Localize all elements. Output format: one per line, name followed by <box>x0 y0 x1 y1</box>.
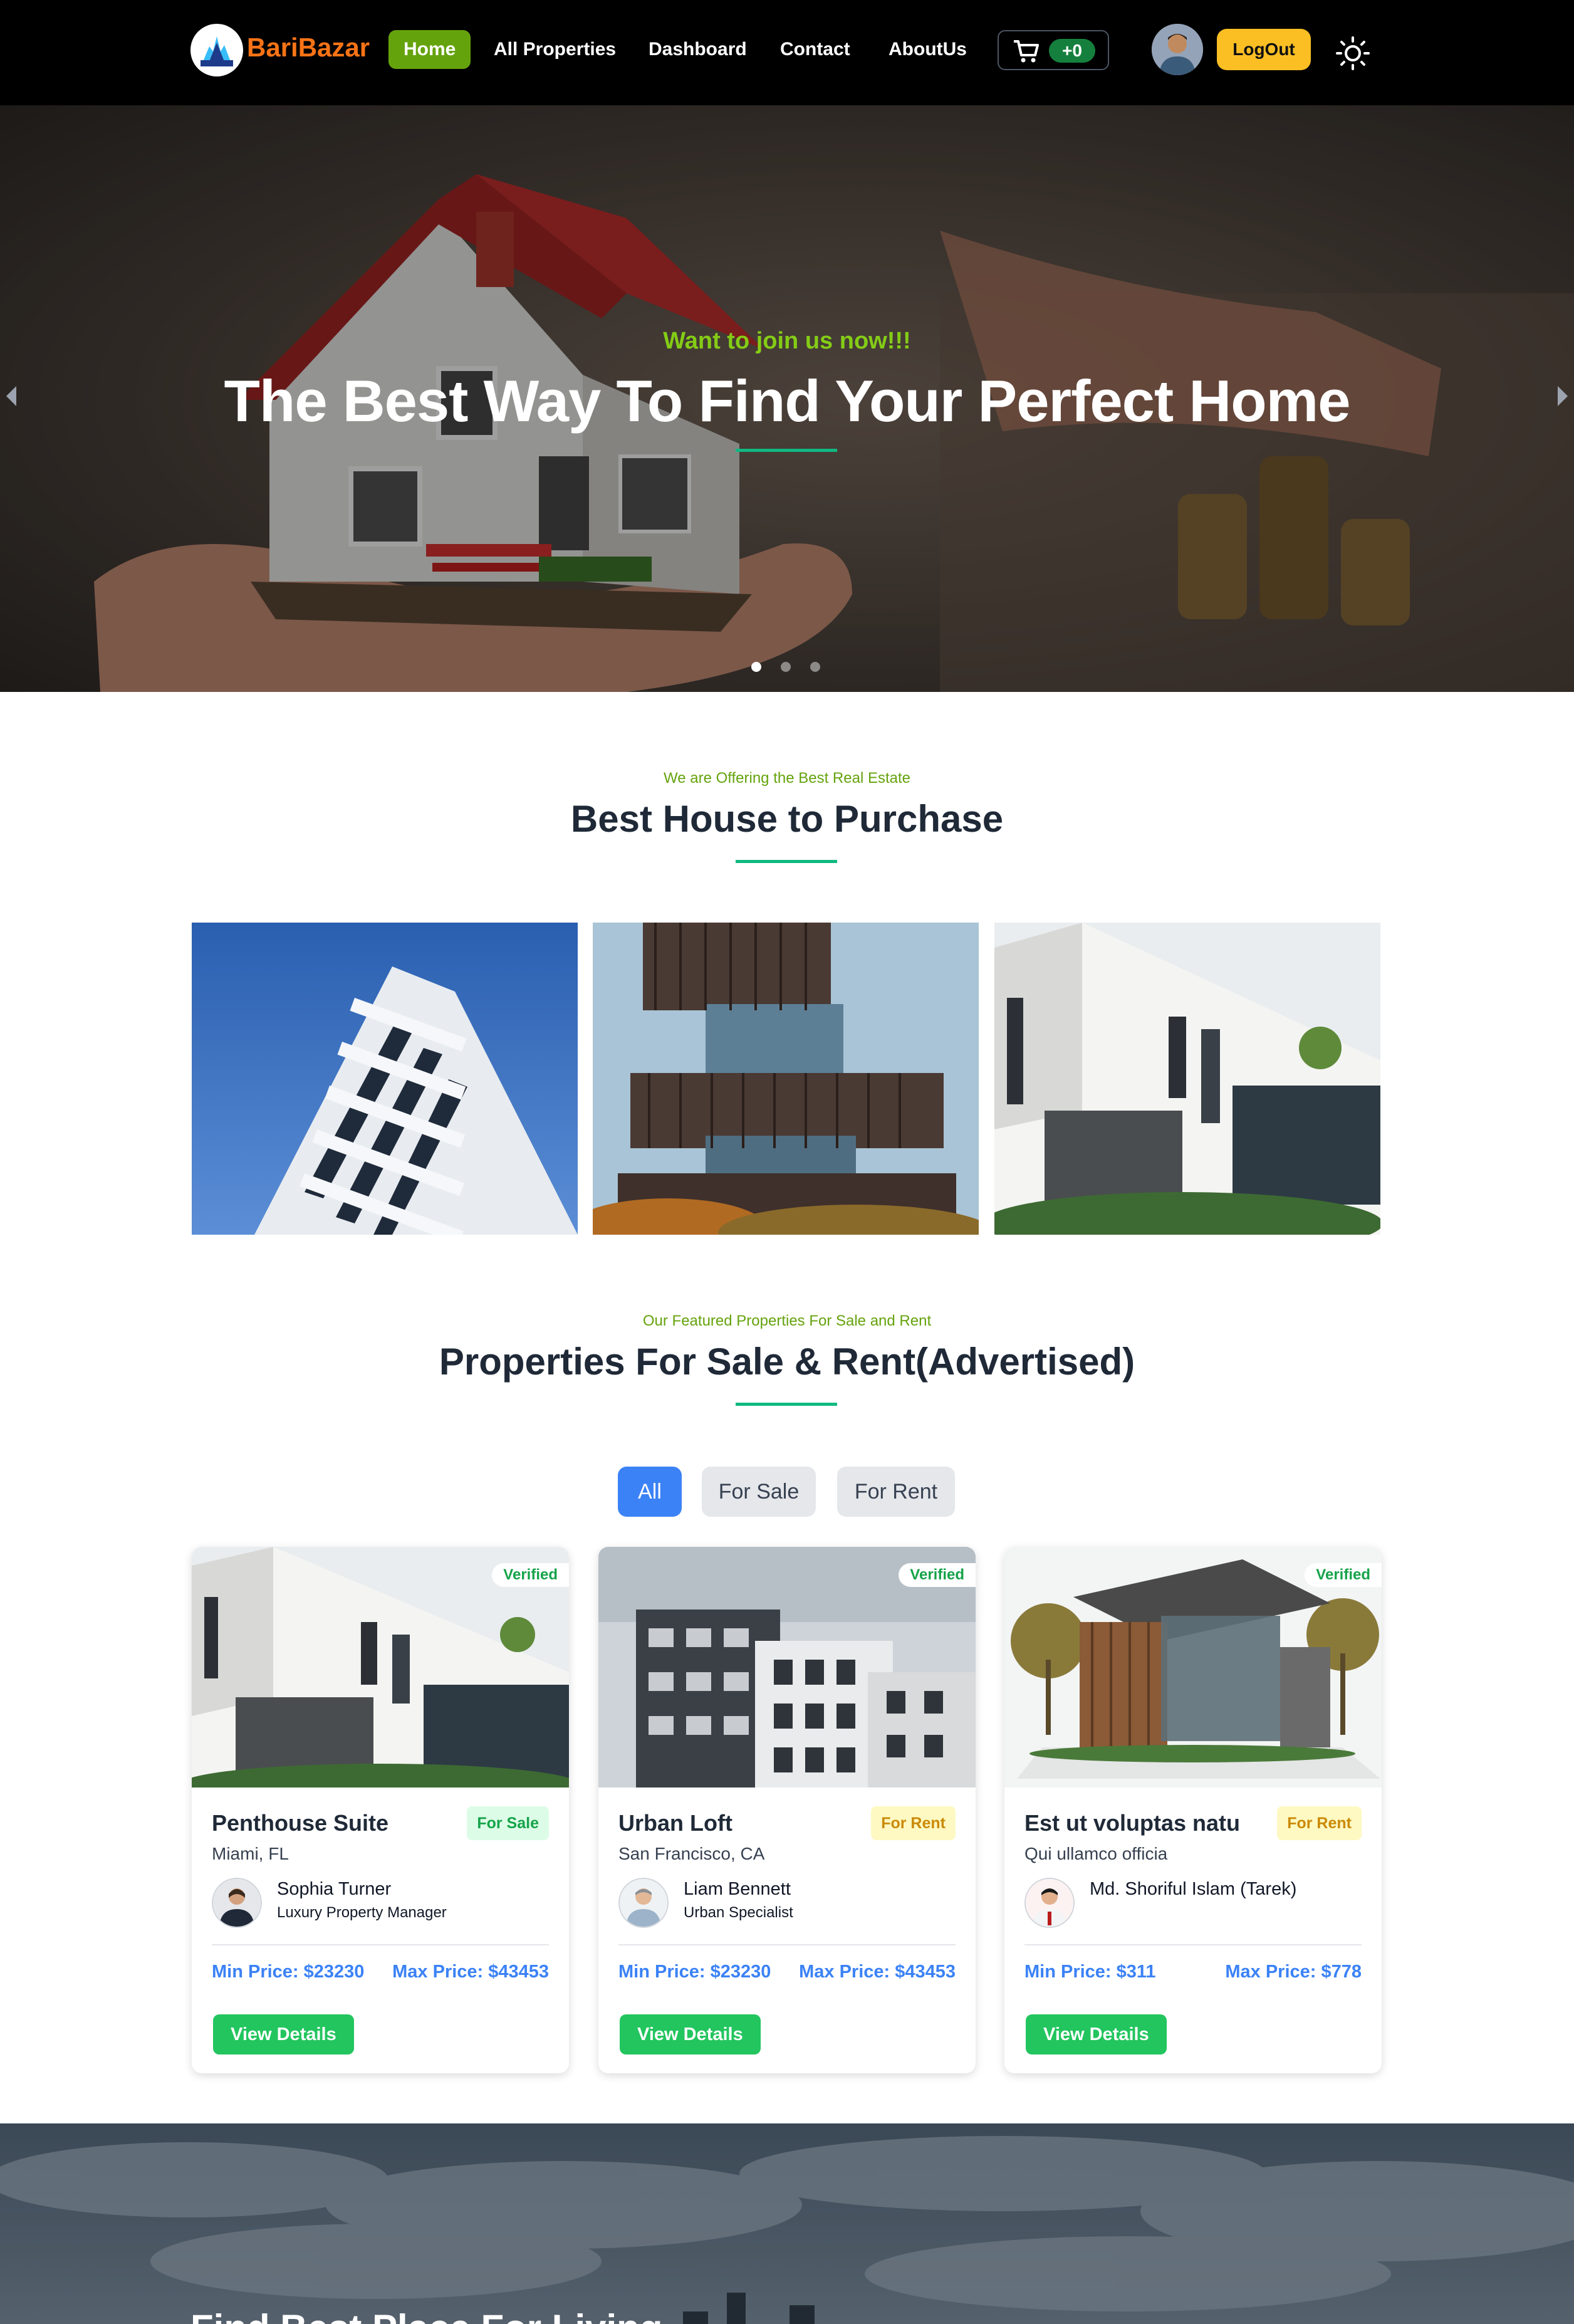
navbar: BariBazar Home All Properties Dashboard … <box>0 0 1574 105</box>
nav-about-us[interactable]: AboutUs <box>889 30 967 69</box>
min-price: Min Price: $311 <box>1024 1962 1156 1982</box>
best-house-eyebrow: We are Offering the Best Real Estate <box>664 770 910 787</box>
status-badge: For Sale <box>467 1806 549 1840</box>
featured-title: Properties For Sale & Rent(Advertised) <box>439 1341 1135 1383</box>
logout-button[interactable]: LogOut <box>1217 29 1311 70</box>
min-price: Min Price: $23230 <box>212 1962 365 1982</box>
hero-carousel: Want to join us now!!! The Best Way To F… <box>0 105 1574 692</box>
hero-subtitle: Want to join us now!!! <box>663 328 911 354</box>
carousel-next-icon[interactable] <box>1558 386 1568 406</box>
max-price: Max Price: $778 <box>1225 1962 1362 1982</box>
property-card: Verified Est ut voluptas natu For Rent Q… <box>1004 1547 1382 2073</box>
agent-name: Liam Bennett <box>684 1879 791 1899</box>
status-badge: For Rent <box>1277 1806 1362 1840</box>
user-avatar[interactable] <box>1152 24 1203 75</box>
nav-dashboard[interactable]: Dashboard <box>649 30 747 69</box>
agent-role: Urban Specialist <box>684 1904 793 1921</box>
property-card: Verified Urban Loft For Rent San Francis… <box>598 1547 976 2073</box>
bottom-banner: Find Best Place For Living <box>0 2123 1574 2324</box>
hero-title-underline <box>736 449 837 452</box>
featured-eyebrow: Our Featured Properties For Sale and Ren… <box>642 1312 932 1329</box>
verified-badge: Verified <box>899 1563 976 1587</box>
agent-avatar <box>618 1878 669 1928</box>
carousel-dot-3[interactable] <box>810 662 820 672</box>
carousel-prev-icon[interactable] <box>6 386 16 406</box>
property-card: Verified Penthouse Suite For Sale Miami,… <box>192 1547 569 2073</box>
view-details-button[interactable]: View Details <box>1026 2014 1167 2054</box>
view-details-button[interactable]: View Details <box>620 2014 761 2054</box>
nav-home[interactable]: Home <box>388 30 471 69</box>
nav-all-properties[interactable]: All Properties <box>494 30 616 69</box>
status-badge: For Rent <box>871 1806 956 1840</box>
card-divider <box>1024 1944 1362 1945</box>
cart-count-badge: +0 <box>1049 39 1095 63</box>
property-title: Penthouse Suite <box>212 1810 389 1836</box>
max-price: Max Price: $43453 <box>392 1962 549 1982</box>
brand-name[interactable]: BariBazar <box>247 33 370 63</box>
hero-title: The Best Way To Find Your Perfect Home <box>224 368 1350 434</box>
agent-role: Luxury Property Manager <box>277 1904 447 1921</box>
carousel-dot-2[interactable] <box>781 662 791 672</box>
view-details-button[interactable]: View Details <box>213 2014 354 2054</box>
bottom-banner-title: Find Best Place For Living <box>190 2306 662 2324</box>
filter-for-rent-button[interactable]: For Rent <box>837 1467 955 1517</box>
agent-name: Sophia Turner <box>277 1879 392 1899</box>
card-divider <box>212 1944 549 1945</box>
gallery-image-2[interactable] <box>593 923 979 1235</box>
city-sky-image <box>0 2123 1574 2324</box>
property-title: Est ut voluptas natu <box>1024 1810 1241 1836</box>
gallery-image-1[interactable] <box>192 923 578 1235</box>
filter-all-button[interactable]: All <box>618 1467 682 1517</box>
property-location: San Francisco, CA <box>618 1844 765 1863</box>
featured-underline <box>736 1403 837 1406</box>
agent-avatar <box>212 1878 262 1928</box>
carousel-dot-1[interactable] <box>751 662 761 672</box>
nav-contact[interactable]: Contact <box>780 30 850 69</box>
property-title: Urban Loft <box>618 1810 732 1836</box>
sun-icon[interactable] <box>1335 35 1371 71</box>
gallery-image-3[interactable] <box>994 923 1380 1235</box>
verified-badge: Verified <box>1305 1563 1382 1587</box>
verified-badge: Verified <box>492 1563 569 1587</box>
property-location: Miami, FL <box>212 1844 289 1863</box>
min-price: Min Price: $23230 <box>618 1962 771 1982</box>
agent-avatar <box>1024 1878 1075 1928</box>
best-house-underline <box>736 860 837 863</box>
cart-button[interactable]: +0 <box>998 30 1109 70</box>
max-price: Max Price: $43453 <box>799 1962 956 1982</box>
agent-name: Md. Shoriful Islam (Tarek) <box>1090 1879 1297 1899</box>
brand-logo[interactable] <box>190 24 243 76</box>
property-location: Qui ullamco officia <box>1024 1844 1168 1863</box>
cart-icon <box>1013 39 1040 67</box>
filter-for-sale-button[interactable]: For Sale <box>702 1467 816 1517</box>
card-divider <box>618 1944 956 1945</box>
best-house-title: Best House to Purchase <box>570 798 1004 840</box>
